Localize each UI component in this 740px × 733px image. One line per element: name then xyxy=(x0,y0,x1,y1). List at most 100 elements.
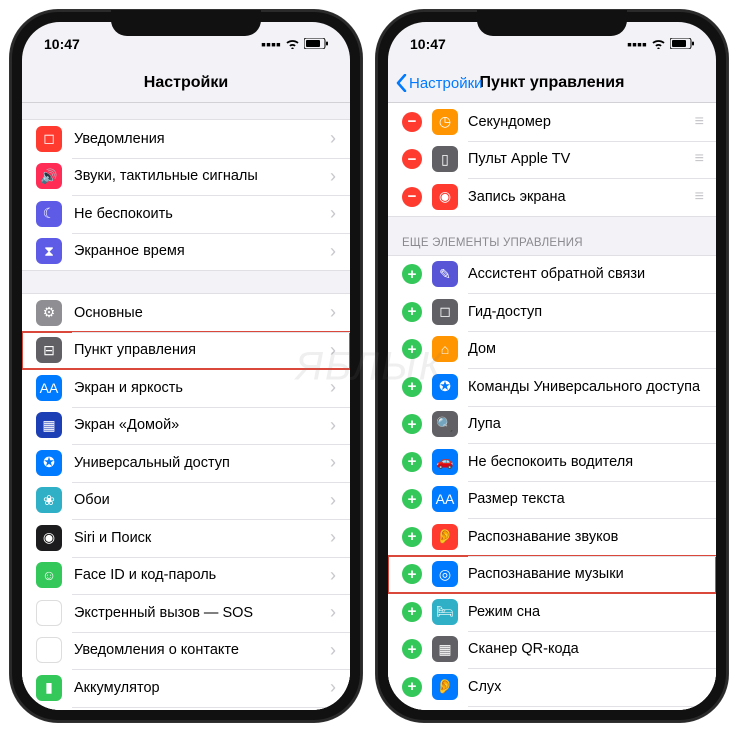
add-button[interactable]: + xyxy=(402,639,422,659)
accessibility-icon: ✪ xyxy=(36,450,62,476)
sounds-icon: 🔊 xyxy=(36,163,62,189)
settings-row[interactable]: ⊟Пункт управления› xyxy=(22,332,350,370)
row-label: Face ID и код-пароль xyxy=(74,567,330,583)
status-time: 10:47 xyxy=(44,36,80,52)
siri-icon: ◉ xyxy=(36,525,62,551)
control-row: +◻Гид-доступ xyxy=(388,293,716,331)
row-label: Экранное время xyxy=(74,243,330,259)
battery-icon xyxy=(304,36,328,52)
chevron-right-icon: › xyxy=(330,377,336,398)
chevron-right-icon: › xyxy=(330,490,336,511)
battery-icon: ▮ xyxy=(36,675,62,701)
music-recognition-icon: ◎ xyxy=(432,561,458,587)
control-row: +👂Распознавание звуков xyxy=(388,518,716,556)
row-label: Сканер QR-кода xyxy=(468,641,702,657)
control-row: +⌂Дом xyxy=(388,331,716,369)
settings-row[interactable]: ▮ Аккумулятор› xyxy=(22,669,350,707)
add-button[interactable]: + xyxy=(402,302,422,322)
settings-row[interactable]: AAЭкран и яркость› xyxy=(22,369,350,407)
add-button[interactable]: + xyxy=(402,489,422,509)
battery-icon xyxy=(670,36,694,52)
add-button[interactable]: + xyxy=(402,452,422,472)
settings-row[interactable]: ✪Универсальный доступ› xyxy=(22,444,350,482)
settings-row[interactable]: ☾Не беспокоить› xyxy=(22,195,350,233)
control-row: +👂Слух xyxy=(388,668,716,706)
reorder-grip-icon[interactable]: ≡ xyxy=(695,188,702,206)
row-label: Гид-доступ xyxy=(468,304,702,320)
add-button[interactable]: + xyxy=(402,602,422,622)
notch xyxy=(111,10,261,36)
row-label: Запись экрана xyxy=(468,189,689,205)
settings-row[interactable]: ❀Обои› xyxy=(22,482,350,520)
settings-row[interactable]: ◉Siri и Поиск› xyxy=(22,519,350,557)
settings-row[interactable]: ◻Уведомления› xyxy=(22,120,350,158)
control-row: −◷ Секундомер ≡ xyxy=(388,103,716,141)
control-row: + 🛏 Режим сна xyxy=(388,593,716,631)
add-button[interactable]: + xyxy=(402,527,422,547)
row-label: Аккумулятор xyxy=(74,680,330,696)
control-row: −▯ Пульт Apple TV ≡ xyxy=(388,141,716,179)
remove-button[interactable]: − xyxy=(402,112,422,132)
accessibility-shortcut-icon: ✪ xyxy=(432,374,458,400)
chevron-right-icon: › xyxy=(330,677,336,698)
control-row: + ✎ Ассистент обратной связи xyxy=(388,256,716,294)
page-title: Настройки xyxy=(144,74,228,92)
settings-row[interactable]: ✋Конфиденциальность› xyxy=(22,707,350,711)
home-icon: ⌂ xyxy=(432,336,458,362)
remove-button[interactable]: − xyxy=(402,149,422,169)
stopwatch-icon: ◷ xyxy=(432,109,458,135)
hearing-icon: 👂 xyxy=(432,674,458,700)
settings-row[interactable]: ▦Экран «Домой»› xyxy=(22,407,350,445)
row-label: Звуки, тактильные сигналы xyxy=(74,168,330,184)
feedback-icon: ✎ xyxy=(432,261,458,287)
settings-row[interactable]: ✳Уведомления о контакте› xyxy=(22,632,350,670)
remove-button[interactable]: − xyxy=(402,187,422,207)
add-button[interactable]: + xyxy=(402,264,422,284)
content-right[interactable]: −◷Секундомер≡−▯Пульт Apple TV≡−◉Запись э… xyxy=(388,103,716,710)
more-group: +✎Ассистент обратной связи+◻Гид-доступ+⌂… xyxy=(388,255,716,711)
status-icons: ▪▪▪▪ xyxy=(627,36,694,52)
row-label: Режим сна xyxy=(468,604,702,620)
row-label: Siri и Поиск xyxy=(74,530,330,546)
settings-row[interactable]: ⧗Экранное время› xyxy=(22,233,350,271)
textsize-icon: AA xyxy=(432,486,458,512)
settings-row[interactable]: SOSЭкстренный вызов — SOS› xyxy=(22,594,350,632)
notch xyxy=(477,10,627,36)
chevron-left-icon xyxy=(396,74,407,92)
reorder-grip-icon[interactable]: ≡ xyxy=(695,113,702,131)
content-left[interactable]: ◻Уведомления›🔊Звуки, тактильные сигналы›… xyxy=(22,103,350,710)
chevron-right-icon: › xyxy=(330,166,336,187)
row-label: Основные xyxy=(74,305,330,321)
reorder-grip-icon[interactable]: ≡ xyxy=(695,150,702,168)
chevron-right-icon: › xyxy=(330,602,336,623)
chevron-right-icon: › xyxy=(330,415,336,436)
add-button[interactable]: + xyxy=(402,677,422,697)
back-label: Настройки xyxy=(409,75,483,92)
add-button[interactable]: + xyxy=(402,564,422,584)
row-label: Пульт Apple TV xyxy=(468,151,689,167)
row-label: Пункт управления xyxy=(74,342,330,358)
chevron-right-icon: › xyxy=(330,340,336,361)
chevron-right-icon: › xyxy=(330,302,336,323)
add-button[interactable]: + xyxy=(402,414,422,434)
chevron-right-icon: › xyxy=(330,203,336,224)
row-label: Лупа xyxy=(468,416,702,432)
add-button[interactable]: + xyxy=(402,377,422,397)
exposure-icon: ✳ xyxy=(36,637,62,663)
row-label: Секундомер xyxy=(468,114,689,130)
phone-left: 10:47 ▪▪▪▪ Настройки ◻Уведомления›🔊Звуки… xyxy=(10,10,362,722)
control-row: −◉ Запись экрана ≡ xyxy=(388,178,716,216)
row-label: Ассистент обратной связи xyxy=(468,266,702,282)
settings-row[interactable]: ☺Face ID и код-пароль› xyxy=(22,557,350,595)
appletv-remote-icon: ▯ xyxy=(432,146,458,172)
back-button[interactable]: Настройки xyxy=(396,74,483,92)
display-icon: AA xyxy=(36,375,62,401)
settings-group-2: ⚙Основные›⊟Пункт управления›AAЭкран и яр… xyxy=(22,293,350,710)
settings-row[interactable]: ⚙Основные› xyxy=(22,294,350,332)
sleep-icon: 🛏 xyxy=(432,599,458,625)
add-button[interactable]: + xyxy=(402,339,422,359)
settings-row[interactable]: 🔊 Звуки, тактильные сигналы› xyxy=(22,158,350,196)
navbar-left: Настройки xyxy=(22,64,350,103)
screen-record-icon: ◉ xyxy=(432,184,458,210)
wifi-icon xyxy=(651,36,666,52)
